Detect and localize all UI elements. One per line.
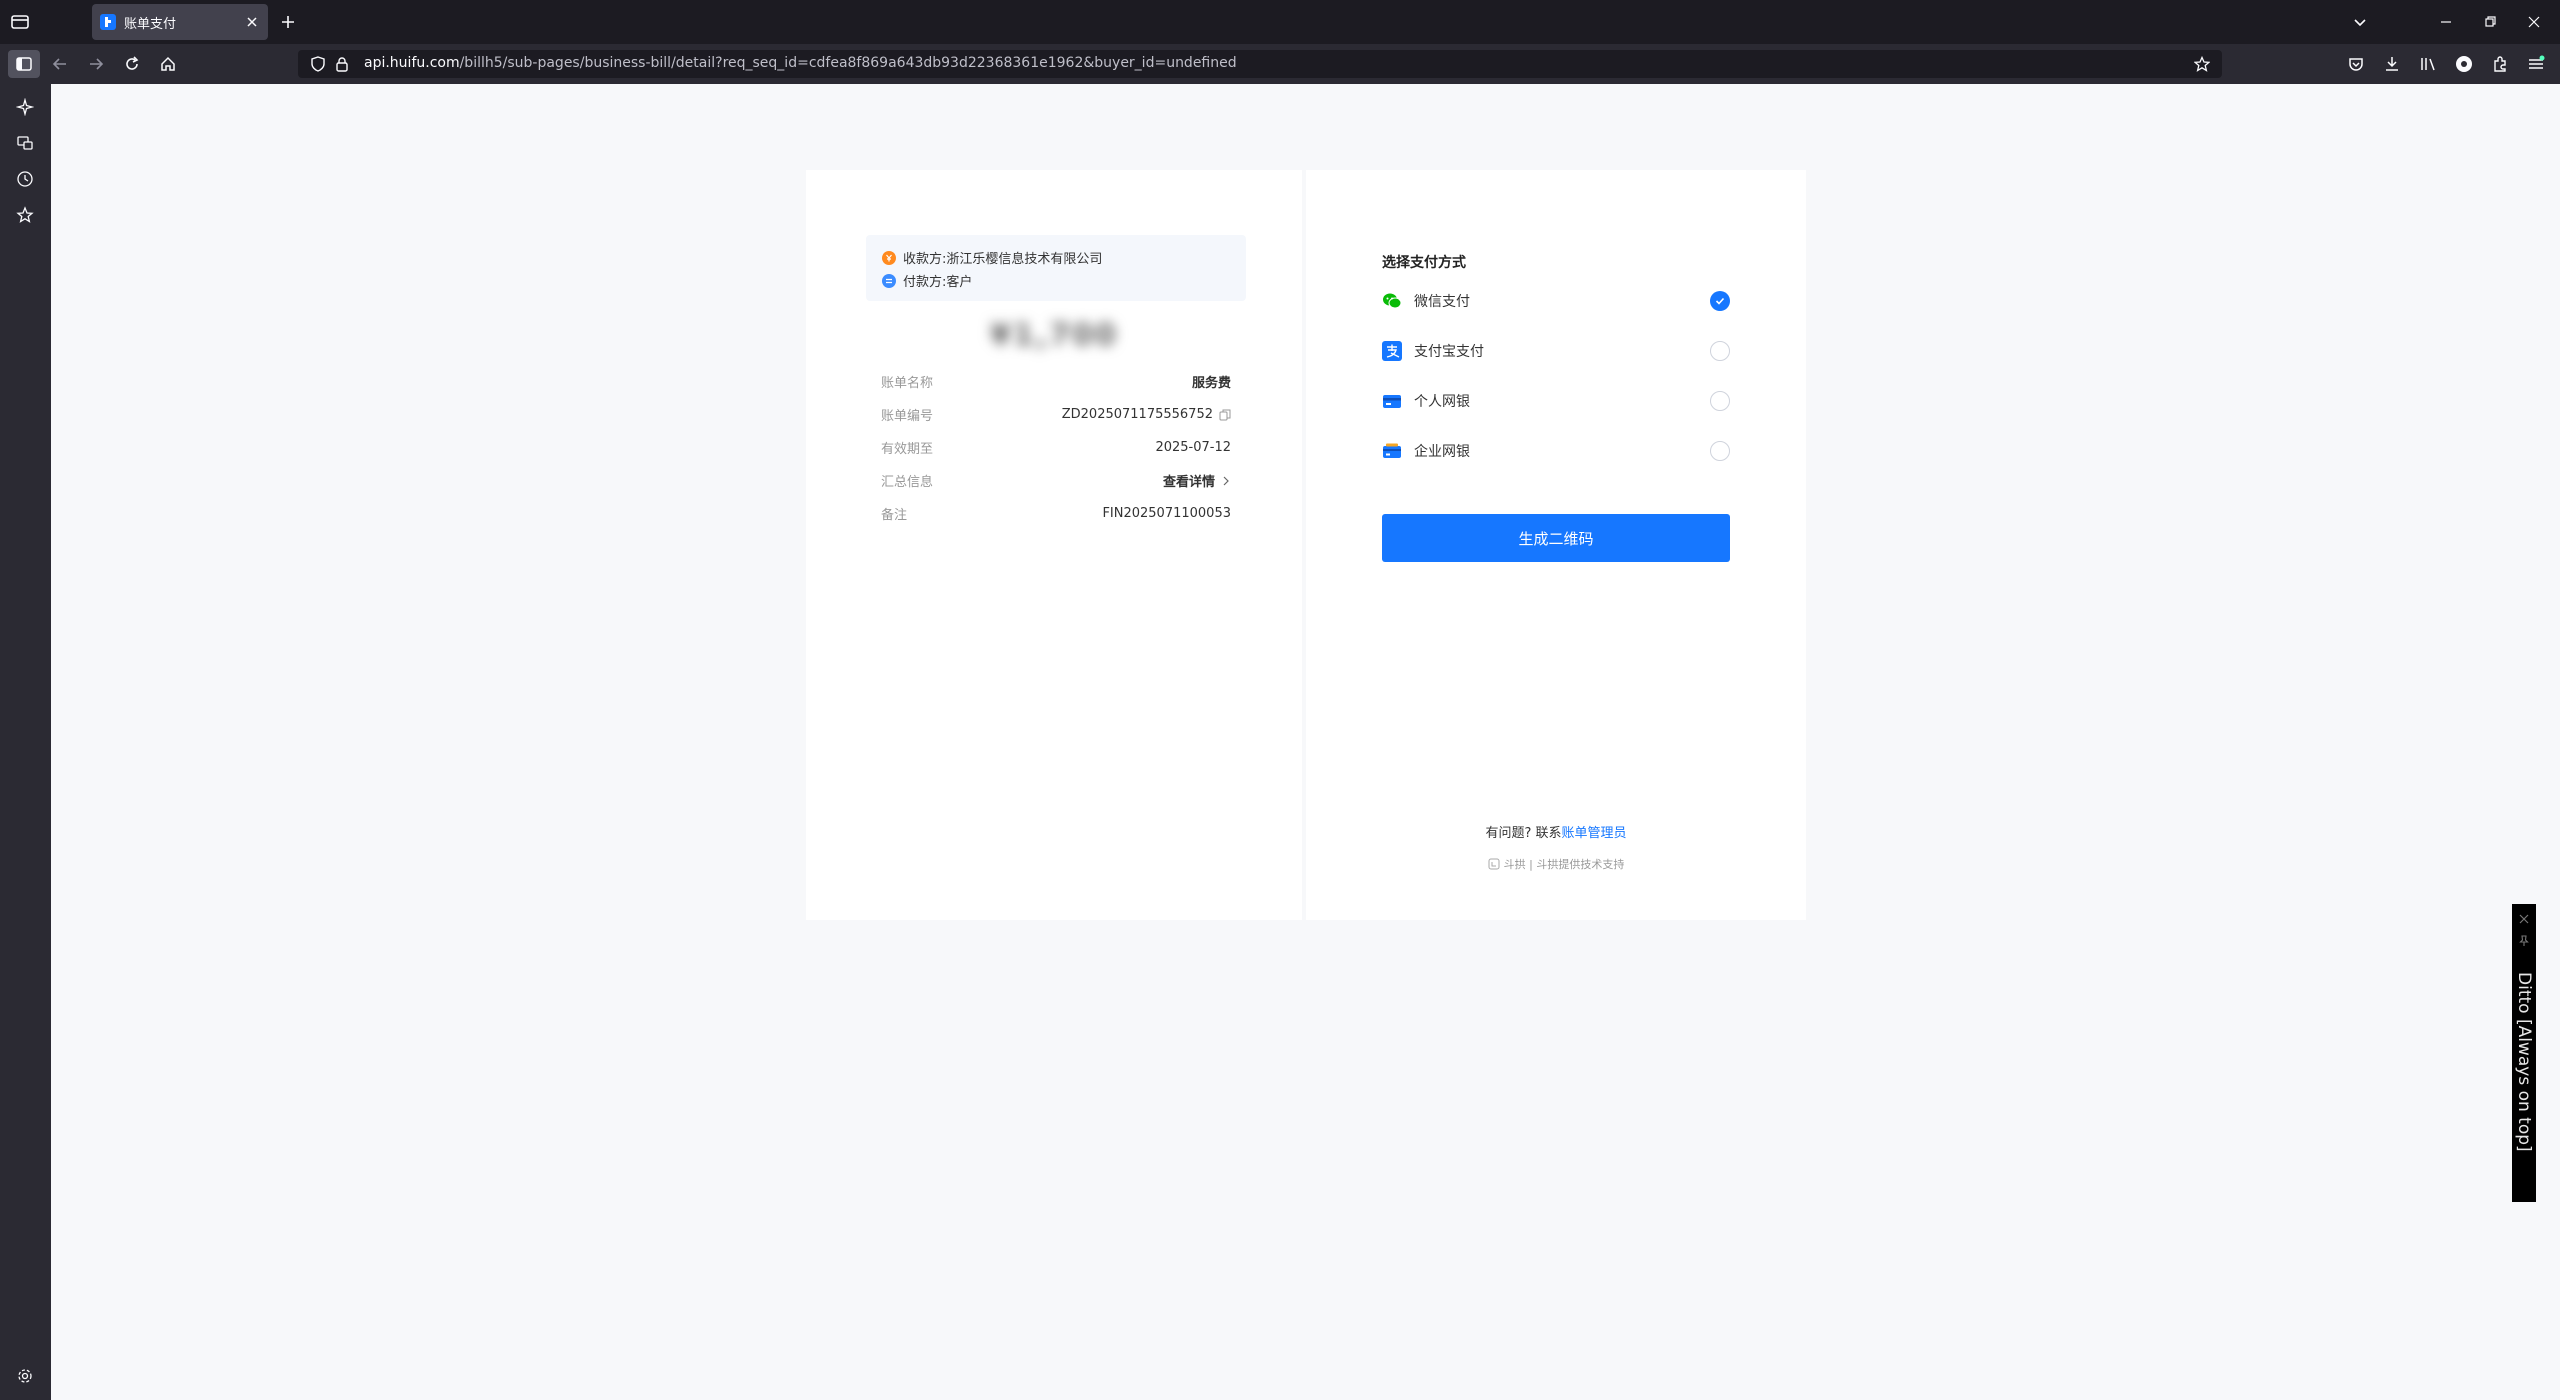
payment-option-alipay[interactable]: 支付宝支付 bbox=[1382, 338, 1730, 364]
payee-row: 收款方: 浙江乐樱信息技术有限公司 bbox=[882, 248, 1102, 267]
enterprise-bank-card-icon bbox=[1383, 443, 1401, 458]
payer-badge-icon bbox=[882, 273, 896, 288]
wechat-pay-icon bbox=[1383, 293, 1402, 309]
downloads-icon[interactable] bbox=[2382, 54, 2402, 74]
minimize-icon[interactable] bbox=[2434, 10, 2458, 34]
summary-info-row: 汇总信息 查看详情 bbox=[881, 471, 1231, 490]
help-prefix-text: 有问题? 联系 bbox=[1485, 826, 1562, 841]
bill-number-value-wrap: ZD2025071175556752 bbox=[1062, 407, 1231, 422]
tab-bill-payment[interactable]: 账单支付 bbox=[92, 4, 268, 40]
personal-bank-card-icon bbox=[1383, 395, 1401, 408]
tracking-protection-shield-icon[interactable] bbox=[310, 56, 326, 72]
enterprise-bank-radio[interactable] bbox=[1710, 441, 1730, 461]
customize-sidebar-gear-icon[interactable] bbox=[16, 1367, 34, 1385]
tech-support-text: 斗拱 | 斗拱提供技术支持 bbox=[1503, 858, 1625, 871]
valid-until-value: 2025-07-12 bbox=[1155, 440, 1231, 455]
dougong-logo-icon bbox=[1488, 858, 1500, 870]
tech-support-footer: 斗拱 | 斗拱提供技术支持 bbox=[1306, 856, 1806, 872]
payment-option-enterprise-bank[interactable]: 企业网银 bbox=[1382, 438, 1730, 464]
chevron-right-icon bbox=[1223, 476, 1229, 485]
bill-name-value: 服务费 bbox=[1191, 376, 1231, 391]
payment-method-title: 选择支付方式 bbox=[1382, 255, 1466, 271]
ditto-floating-window[interactable]: Ditto [Always on top] bbox=[2512, 904, 2536, 1202]
list-all-tabs-icon[interactable] bbox=[2350, 12, 2370, 32]
bill-details-card: 收款方: 浙江乐樱信息技术有限公司 付款方: 客户 ¥1,700 账单名称 服务… bbox=[806, 170, 1302, 920]
tab-bar: 账单支付 bbox=[0, 0, 2560, 44]
sidebar-toggle-button[interactable] bbox=[8, 50, 40, 78]
back-arrow-icon[interactable] bbox=[50, 54, 70, 74]
view-details-text: 查看详情 bbox=[1162, 475, 1215, 490]
app-menu-icon[interactable] bbox=[2526, 54, 2546, 74]
alipay-radio[interactable] bbox=[1710, 341, 1730, 361]
remark-row: 备注 FIN2025071100053 bbox=[881, 504, 1231, 523]
bill-number-row: 账单编号 ZD2025071175556752 bbox=[881, 405, 1231, 424]
payee-label: 收款方: bbox=[903, 252, 947, 267]
ai-chat-sparkle-icon[interactable] bbox=[16, 98, 34, 116]
personal-bank-label: 个人网银 bbox=[1414, 394, 1470, 410]
url-text[interactable]: api.huifu.com/billh5/sub-pages/business-… bbox=[364, 55, 1237, 71]
url-path: /billh5/sub-pages/business-bill/detail?r… bbox=[459, 55, 1237, 71]
payer-value: 客户 bbox=[946, 275, 973, 290]
alipay-label: 支付宝支付 bbox=[1414, 344, 1484, 360]
bill-number-value: ZD2025071175556752 bbox=[1061, 407, 1213, 422]
tab-title: 账单支付 bbox=[124, 16, 177, 32]
bookmarks-star-icon[interactable] bbox=[16, 206, 34, 224]
payment-method-card: 选择支付方式 微信支付 支付宝支付 个人网银 企业网银 生成二维码 有问题? 联… bbox=[1306, 170, 1806, 920]
huifu-favicon-icon bbox=[100, 14, 116, 30]
history-clock-icon[interactable] bbox=[16, 170, 34, 188]
help-contact: 有问题? 联系账单管理员 bbox=[1306, 822, 1806, 841]
wechat-pay-radio[interactable] bbox=[1710, 291, 1730, 311]
account-avatar-icon[interactable] bbox=[2454, 54, 2474, 74]
url-host: api.huifu.com bbox=[364, 55, 460, 71]
party-info-box: 收款方: 浙江乐樱信息技术有限公司 付款方: 客户 bbox=[866, 235, 1246, 301]
payee-value: 浙江乐樱信息技术有限公司 bbox=[946, 252, 1103, 267]
valid-until-label: 有效期至 bbox=[881, 442, 934, 457]
bill-number-label: 账单编号 bbox=[881, 409, 934, 424]
enterprise-bank-label: 企业网银 bbox=[1414, 444, 1470, 460]
restore-icon[interactable] bbox=[2478, 10, 2502, 34]
remark-value: FIN2025071100053 bbox=[1102, 506, 1231, 521]
pocket-icon[interactable] bbox=[2346, 54, 2366, 74]
bookmark-star-icon[interactable] bbox=[2194, 56, 2210, 72]
bill-amount-blurred: ¥1,700 bbox=[990, 318, 1118, 353]
personal-bank-radio[interactable] bbox=[1710, 391, 1730, 411]
firefox-view-icon[interactable] bbox=[8, 10, 32, 34]
library-icon[interactable] bbox=[2418, 54, 2438, 74]
bill-admin-link[interactable]: 账单管理员 bbox=[1562, 826, 1627, 841]
sidebar-rail bbox=[0, 84, 51, 1400]
wechat-pay-label: 微信支付 bbox=[1414, 294, 1470, 310]
checkmark-icon bbox=[1715, 297, 1725, 305]
view-details-link[interactable]: 查看详情 bbox=[1163, 471, 1231, 490]
tab-close-icon[interactable] bbox=[244, 14, 260, 30]
payment-option-wechat[interactable]: 微信支付 bbox=[1382, 288, 1730, 314]
forward-arrow-icon[interactable] bbox=[86, 54, 106, 74]
remark-label: 备注 bbox=[881, 508, 908, 523]
copy-icon[interactable] bbox=[1219, 409, 1231, 421]
new-tab-icon[interactable] bbox=[278, 12, 298, 32]
ditto-title: Ditto [Always on top] bbox=[2514, 972, 2534, 1152]
valid-until-row: 有效期至 2025-07-12 bbox=[881, 438, 1231, 457]
alipay-icon bbox=[1382, 341, 1402, 361]
synced-tabs-icon[interactable] bbox=[16, 134, 34, 152]
close-window-icon[interactable] bbox=[2522, 10, 2546, 34]
bill-name-label: 账单名称 bbox=[881, 376, 934, 391]
page-viewport: 收款方: 浙江乐樱信息技术有限公司 付款方: 客户 ¥1,700 账单名称 服务… bbox=[51, 84, 2560, 1400]
reload-icon[interactable] bbox=[122, 54, 142, 74]
ditto-pin-icon[interactable] bbox=[2517, 934, 2531, 948]
payer-row: 付款方: 客户 bbox=[882, 271, 972, 290]
lock-icon[interactable] bbox=[334, 56, 350, 72]
payer-label: 付款方: bbox=[903, 275, 947, 290]
sidebar-icon bbox=[16, 57, 32, 71]
generate-qr-code-button[interactable]: 生成二维码 bbox=[1382, 514, 1730, 562]
payment-option-personal-bank[interactable]: 个人网银 bbox=[1382, 388, 1730, 414]
home-icon[interactable] bbox=[158, 54, 178, 74]
ditto-close-icon[interactable] bbox=[2517, 912, 2531, 926]
payee-badge-icon bbox=[882, 250, 896, 265]
bill-name-row: 账单名称 服务费 bbox=[881, 372, 1231, 391]
summary-info-label: 汇总信息 bbox=[881, 475, 934, 490]
navigation-toolbar: api.huifu.com/billh5/sub-pages/business-… bbox=[0, 44, 2560, 84]
url-bar[interactable]: api.huifu.com/billh5/sub-pages/business-… bbox=[298, 50, 2222, 78]
extensions-puzzle-icon[interactable] bbox=[2490, 54, 2510, 74]
